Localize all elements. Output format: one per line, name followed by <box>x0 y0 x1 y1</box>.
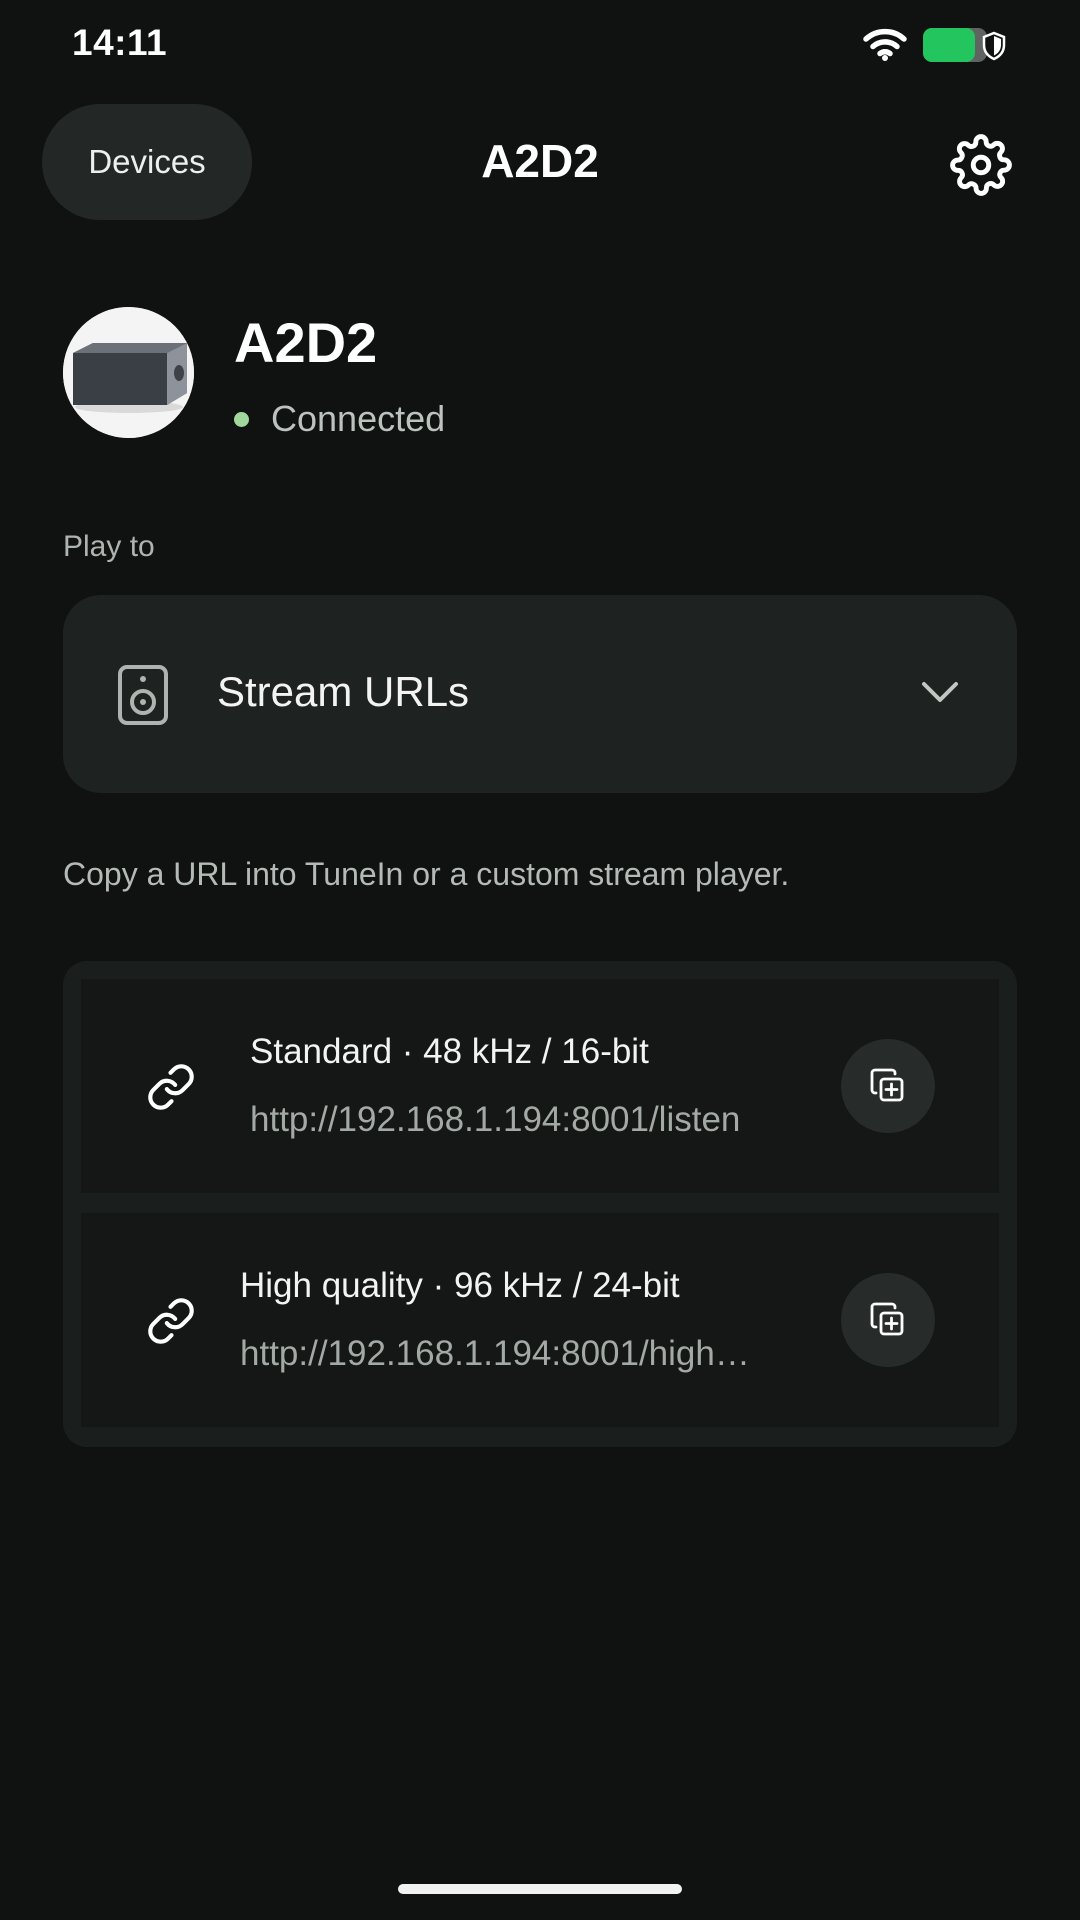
status-bar: 14:11 <box>0 0 1080 90</box>
link-icon <box>148 1064 194 1110</box>
play-to-dropdown[interactable] <box>63 595 1017 793</box>
chevron-down-icon <box>922 682 958 702</box>
home-indicator[interactable] <box>398 1884 682 1894</box>
copy-url-button[interactable] <box>841 1273 935 1367</box>
speaker-icon <box>118 665 168 725</box>
device-name: A2D2 <box>234 311 378 374</box>
wifi-icon <box>863 28 907 61</box>
link-icon <box>148 1298 194 1344</box>
stream-url[interactable]: http://192.168.1.194:8001/listen <box>250 1100 790 1140</box>
play-to-label: Play to <box>63 530 155 563</box>
stream-title: High quality · 96 kHz / 24-bit <box>240 1266 680 1305</box>
selected-output: Stream URLs <box>217 668 470 715</box>
battery-icon <box>923 28 987 62</box>
settings-button[interactable] <box>950 134 1012 196</box>
device-avatar <box>63 307 194 438</box>
status-time: 14:11 <box>72 22 168 63</box>
helper-text: Copy a URL into TuneIn or a custom strea… <box>63 856 790 892</box>
page-title: A2D2 <box>481 135 599 187</box>
copy-icon <box>870 1302 904 1336</box>
device-image <box>63 307 194 438</box>
copy-icon <box>870 1068 904 1102</box>
devices-button[interactable]: Devices <box>42 104 252 220</box>
shield-icon <box>982 31 1006 61</box>
connection-status: Connected <box>271 398 446 439</box>
status-indicator-dot <box>234 412 249 427</box>
stream-title: Standard · 48 kHz / 16-bit <box>250 1032 649 1071</box>
gear-icon <box>950 134 1012 196</box>
stream-url[interactable]: http://192.168.1.194:8001/high… <box>240 1334 788 1374</box>
copy-url-button[interactable] <box>841 1039 935 1133</box>
